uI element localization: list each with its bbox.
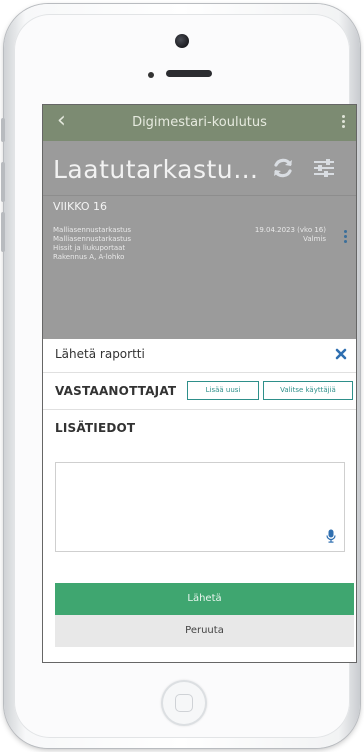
front-camera	[175, 34, 189, 48]
home-button[interactable]	[161, 680, 207, 726]
item-more-icon[interactable]	[344, 230, 347, 245]
recipients-label: VASTAANOTTAJAT	[55, 384, 177, 398]
additional-info-label: LISÄTIEDOT	[55, 421, 136, 435]
volume-down-button	[1, 212, 5, 252]
refresh-icon[interactable]	[271, 156, 295, 180]
mute-switch	[1, 118, 5, 142]
inspection-meta: 19.04.2023 (vko 16) Valmis	[255, 226, 326, 244]
app-screen: ‹ Digimestari-koulutus Laatutarkastu… VI…	[42, 104, 357, 663]
inspection-status: Valmis	[303, 235, 326, 243]
add-new-recipient-button[interactable]: Lisää uusi	[187, 381, 259, 400]
proximity-sensor	[148, 72, 154, 78]
volume-up-button	[1, 162, 5, 202]
select-users-button[interactable]: Valitse käyttäjiä	[263, 381, 353, 400]
divider	[43, 372, 356, 373]
send-report-dialog: Lähetä raportti VASTAANOTTAJAT Lisää uus…	[43, 339, 356, 662]
filter-sliders-icon[interactable]	[313, 157, 335, 179]
divider	[43, 409, 356, 410]
week-label: VIIKKO 16	[53, 200, 107, 213]
additional-info-textarea[interactable]	[55, 462, 345, 552]
inspection-location: Rakennus A, A-lohko	[53, 253, 125, 261]
inspection-target: Hissit ja liukuportaat	[53, 244, 126, 252]
page-title: Laatutarkastu…	[53, 155, 259, 184]
inspection-subtype: Malliasennustarkastus	[53, 235, 131, 243]
inspection-details: Malliasennustarkastus Malliasennustarkas…	[53, 226, 131, 262]
more-vert-icon[interactable]	[342, 115, 346, 130]
week-header: VIIKKO 16	[43, 195, 356, 220]
inspection-type: Malliasennustarkastus	[53, 226, 131, 234]
send-button[interactable]: Lähetä	[55, 583, 354, 615]
home-button-icon	[175, 694, 193, 712]
earpiece-speaker	[166, 70, 212, 77]
microphone-icon[interactable]	[326, 529, 336, 543]
inspection-date: 19.04.2023 (vko 16)	[254, 226, 326, 234]
inspection-list-item[interactable]: Malliasennustarkastus Malliasennustarkas…	[43, 219, 356, 339]
app-bar-title: Digimestari-koulutus	[132, 115, 267, 130]
dialog-title: Lähetä raportti	[55, 347, 145, 361]
page-header: Laatutarkastu…	[43, 141, 356, 195]
cancel-button[interactable]: Peruuta	[55, 615, 354, 647]
app-bar: ‹ Digimestari-koulutus	[43, 105, 356, 141]
close-icon[interactable]	[334, 347, 348, 361]
